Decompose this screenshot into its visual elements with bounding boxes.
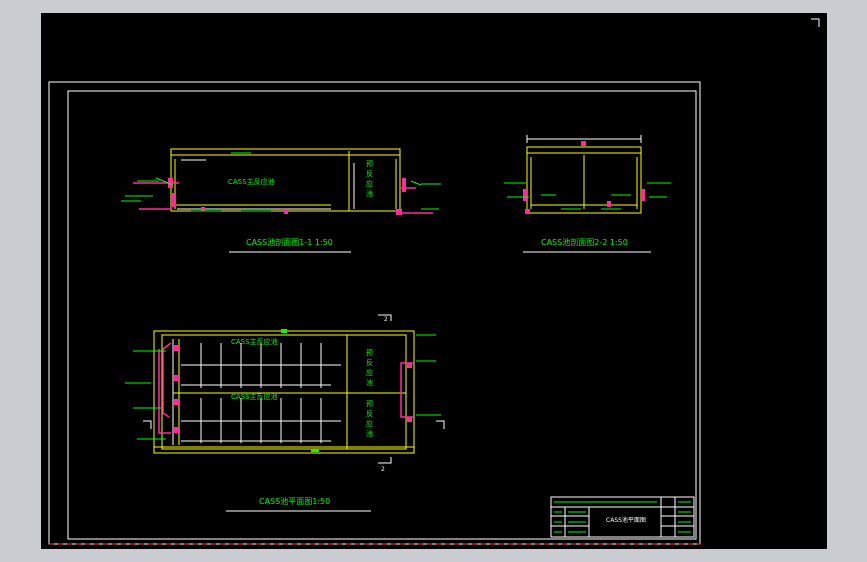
svg-text:反: 反	[366, 169, 373, 178]
plan-main-tank-label-upper: CASS主反应池	[231, 337, 278, 346]
svg-text:预: 预	[366, 348, 373, 357]
svg-text:应: 应	[366, 368, 373, 377]
section-1-1-main-tank-label: CASS主反应池	[228, 177, 275, 186]
plan-title: CASS池平面图1:50	[259, 496, 330, 506]
outer-frame	[48, 81, 701, 545]
svg-text:反: 反	[366, 358, 373, 367]
svg-text:池: 池	[366, 429, 373, 438]
svg-text:池: 池	[366, 189, 373, 198]
section-1-1[interactable]: CASS主反应池 预 反 应 池 CASS池剖面图1-1 1:50	[121, 148, 441, 253]
svg-text:预: 预	[366, 159, 373, 168]
plan-pre-tank-label-upper: 预 反 应 池	[366, 348, 373, 387]
plan-view[interactable]: CASS主反应池 CASS主反应池 预 反 应 池 预 反 应 池 2 2 CA…	[125, 314, 445, 512]
viewport-corner-icon	[811, 18, 820, 27]
svg-text:应: 应	[366, 179, 373, 188]
plan-pipes	[158, 342, 414, 434]
svg-text:池: 池	[366, 378, 373, 387]
svg-text:应: 应	[366, 419, 373, 428]
svg-text:预: 预	[366, 399, 373, 408]
plan-pre-tank-label-lower: 预 反 应 池	[366, 399, 373, 438]
cad-viewport[interactable]: CASS主反应池 预 反 应 池 CASS池剖面图1-1 1:50 CASS池剖…	[41, 13, 827, 549]
cad-drawing: CASS主反应池 预 反 应 池 CASS池剖面图1-1 1:50 CASS池剖…	[48, 18, 820, 545]
section-mark-top-label: 2	[384, 316, 388, 323]
title-block-drawing-name: CASS池平面图	[606, 516, 646, 524]
section-mark-bottom-label: 2	[381, 466, 385, 473]
section-1-1-title: CASS池剖面图1-1 1:50	[246, 237, 333, 247]
section-2-2-title: CASS池剖面图2-2 1:50	[541, 237, 628, 247]
section-2-2[interactable]: CASS池剖面图2-2 1:50	[504, 135, 671, 253]
plan-outer-wall	[153, 330, 415, 454]
title-block[interactable]: CASS池平面图	[550, 496, 695, 538]
svg-text:反: 反	[366, 409, 373, 418]
section-1-1-pre-tank-label: 预 反 应 池	[366, 159, 373, 198]
plan-annotations	[125, 334, 441, 440]
section-mark-bottom-icon	[378, 457, 392, 464]
plan-main-tank-label-lower: CASS主反应池	[231, 392, 278, 401]
